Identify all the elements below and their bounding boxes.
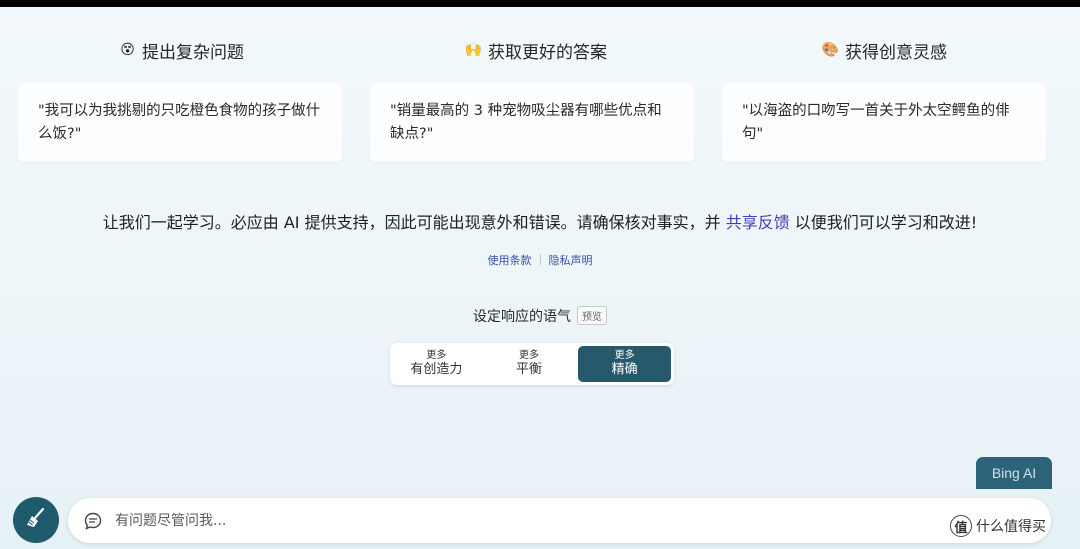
category-better-answers: 🙌 获取更好的答案 bbox=[464, 38, 607, 63]
broom-icon bbox=[23, 505, 49, 535]
category-complex-questions: 😵 提出复杂问题 bbox=[119, 38, 244, 63]
preview-badge: 预览 bbox=[577, 306, 607, 325]
tone-title: 设定响应的语气 bbox=[473, 309, 571, 325]
example-prompt-card[interactable]: "我可以为我挑剔的只吃橙色食物的孩子做什么饭?" bbox=[18, 82, 342, 162]
bing-ai-button[interactable]: Bing AI bbox=[976, 457, 1052, 489]
category-label: 获得创意灵感 bbox=[845, 42, 947, 63]
category-label: 获取更好的答案 bbox=[488, 42, 607, 63]
watermark-logo: 值 bbox=[950, 515, 972, 537]
confused-face-icon: 😵 bbox=[120, 42, 135, 58]
category-label: 提出复杂问题 bbox=[142, 42, 244, 63]
disclaimer-notice: 让我们一起学习。必应由 AI 提供支持，因此可能出现意外和错误。请确保核对事实，… bbox=[0, 209, 1080, 233]
tone-option-prefix: 更多 bbox=[519, 350, 539, 361]
tone-option-precise[interactable]: 更多 精确 bbox=[578, 346, 672, 382]
chat-input[interactable] bbox=[113, 511, 917, 530]
example-prompt-card[interactable]: "销量最高的 3 种宠物吸尘器有哪些优点和缺点?" bbox=[370, 82, 694, 162]
tone-option-label: 有创造力 bbox=[410, 362, 463, 377]
tone-option-balanced[interactable]: 更多 平衡 bbox=[483, 343, 576, 385]
tone-heading: 设定响应的语气 预览 bbox=[0, 306, 1080, 326]
notice-text-after: 以便我们可以学习和改进! bbox=[789, 213, 978, 232]
category-creative-inspiration: 🎨 获得创意灵感 bbox=[821, 38, 947, 63]
raised-hands-icon: 🙌 bbox=[464, 42, 483, 58]
tone-option-label: 精确 bbox=[611, 362, 638, 377]
notice-text-before: 让我们一起学习。必应由 AI 提供支持，因此可能出现意外和错误。请确保核对事实，… bbox=[102, 213, 726, 232]
example-prompt-card[interactable]: "以海盗的口吻写一首关于外太空鳄鱼的俳句" bbox=[722, 82, 1046, 162]
terms-of-use-link[interactable]: 使用条款 bbox=[488, 254, 532, 267]
share-feedback-link[interactable]: 共享反馈 bbox=[726, 213, 790, 232]
chat-bubble-icon bbox=[83, 511, 103, 531]
new-topic-button[interactable] bbox=[13, 497, 59, 543]
top-bar bbox=[0, 0, 1080, 7]
tone-option-creative[interactable]: 更多 有创造力 bbox=[390, 343, 483, 385]
palette-icon: 🎨 bbox=[821, 42, 840, 58]
privacy-statement-link[interactable]: 隐私声明 bbox=[549, 254, 593, 267]
tone-option-label: 平衡 bbox=[516, 362, 543, 377]
watermark: 值 什么值得买 bbox=[950, 514, 1046, 538]
chat-input-bar bbox=[68, 498, 1051, 543]
tone-selector: 更多 有创造力 更多 平衡 更多 精确 bbox=[390, 343, 674, 385]
watermark-text: 什么值得买 bbox=[976, 519, 1046, 535]
tone-option-prefix: 更多 bbox=[426, 350, 447, 361]
tone-option-prefix: 更多 bbox=[614, 350, 635, 361]
divider bbox=[539, 254, 541, 265]
legal-links: 使用条款 隐私声明 bbox=[0, 252, 1080, 268]
